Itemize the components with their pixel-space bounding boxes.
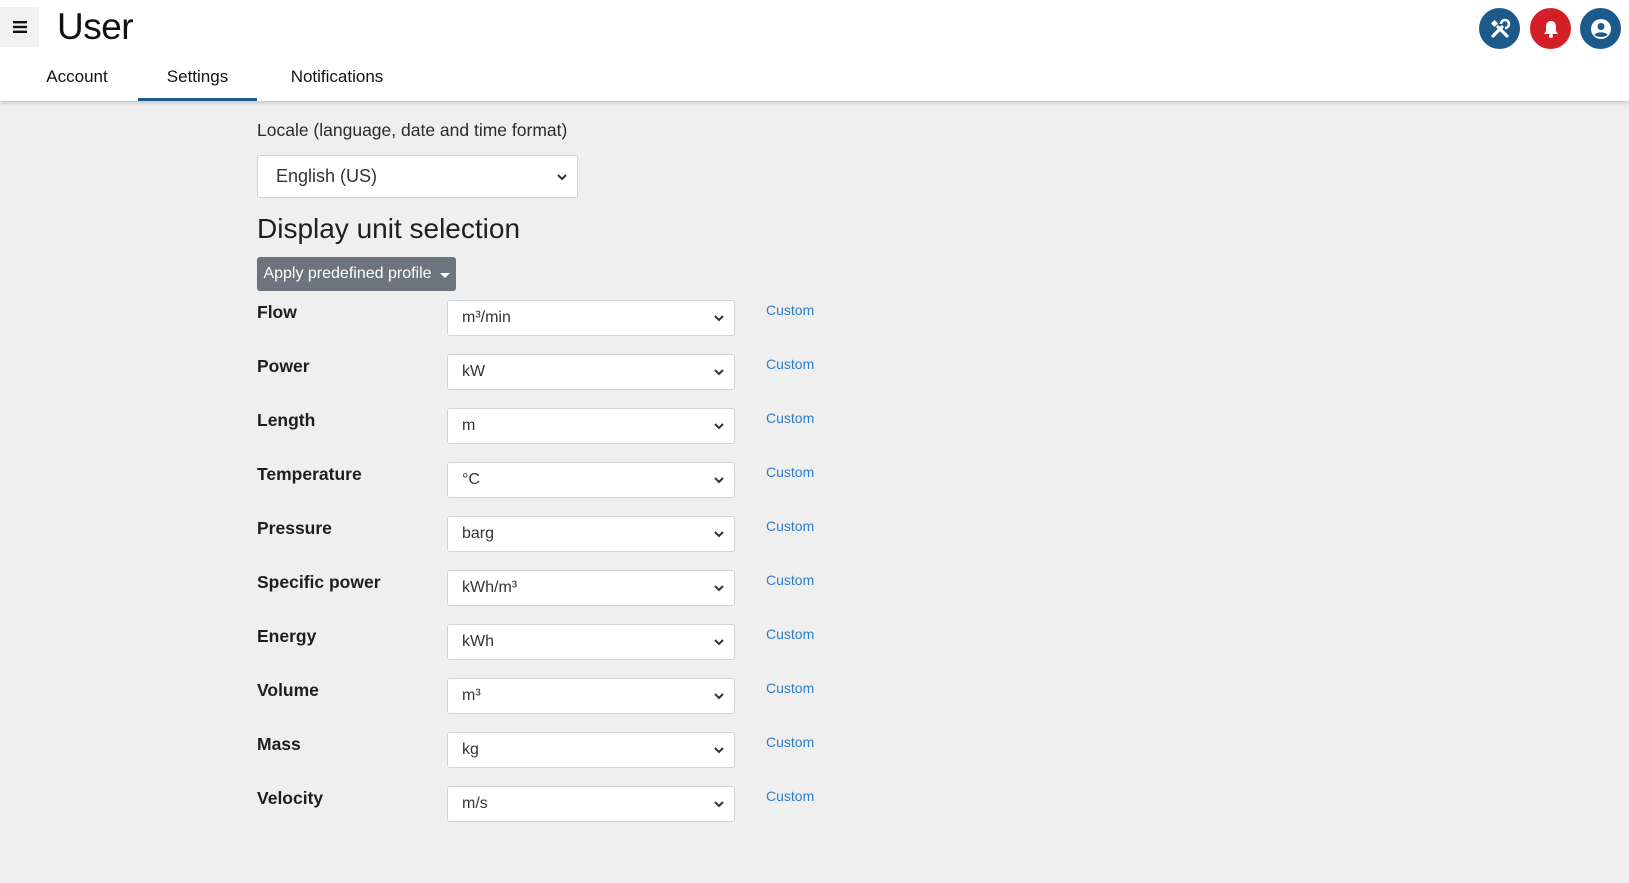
- tab-account[interactable]: Account: [20, 62, 134, 98]
- locale-select-value: English (US): [276, 166, 378, 186]
- unit-row-energy: Energy kWh Custom: [257, 624, 857, 660]
- page-title: User: [57, 6, 134, 47]
- unit-select-temperature[interactable]: °C: [447, 462, 735, 498]
- unit-label: Specific power: [257, 572, 381, 592]
- unit-select-value: m³/min: [462, 309, 511, 326]
- unit-select-value: m³: [462, 687, 481, 704]
- chevron-down-icon: [714, 639, 724, 646]
- unit-label: Power: [257, 356, 310, 376]
- header: User Account Settings Notifications: [0, 0, 1629, 101]
- unit-label: Volume: [257, 680, 319, 700]
- unit-row-flow: Flow m³/min Custom: [257, 300, 857, 336]
- chevron-down-icon: [714, 801, 724, 808]
- custom-link-specific-power[interactable]: Custom: [766, 572, 814, 588]
- apply-profile-label: Apply predefined profile: [263, 265, 432, 282]
- unit-select-energy[interactable]: kWh: [447, 624, 735, 660]
- unit-row-pressure: Pressure barg Custom: [257, 516, 857, 552]
- chevron-down-icon: [557, 173, 567, 180]
- unit-row-power: Power kW Custom: [257, 354, 857, 390]
- unit-select-value: barg: [462, 525, 495, 542]
- user-circle-icon: [1590, 18, 1611, 39]
- chevron-down-icon: [714, 369, 724, 376]
- custom-link-volume[interactable]: Custom: [766, 680, 814, 696]
- unit-select-specific-power[interactable]: kWh/m³: [447, 570, 735, 606]
- unit-label: Length: [257, 410, 316, 430]
- custom-link-length[interactable]: Custom: [766, 410, 814, 426]
- chevron-down-icon: [714, 315, 724, 322]
- unit-label: Pressure: [257, 518, 332, 538]
- unit-select-pressure[interactable]: barg: [447, 516, 735, 552]
- unit-select-value: kWh/m³: [462, 579, 518, 596]
- custom-link-mass[interactable]: Custom: [766, 734, 814, 750]
- custom-link-velocity[interactable]: Custom: [766, 788, 814, 804]
- unit-row-temperature: Temperature °C Custom: [257, 462, 857, 498]
- unit-label: Mass: [257, 734, 301, 754]
- caret-down-icon: [439, 272, 450, 278]
- custom-link-energy[interactable]: Custom: [766, 626, 814, 642]
- bell-icon: [1543, 20, 1558, 38]
- unit-row-velocity: Velocity m/s Custom: [257, 786, 857, 822]
- custom-link-flow[interactable]: Custom: [766, 302, 814, 318]
- unit-label: Temperature: [257, 464, 362, 484]
- custom-link-temperature[interactable]: Custom: [766, 464, 814, 480]
- unit-label: Flow: [257, 302, 297, 322]
- unit-select-value: kW: [462, 363, 486, 380]
- chevron-down-icon: [714, 531, 724, 538]
- chevron-down-icon: [714, 693, 724, 700]
- chevron-down-icon: [714, 477, 724, 484]
- unit-select-value: kWh: [462, 633, 494, 650]
- unit-select-velocity[interactable]: m/s: [447, 786, 735, 822]
- tab-settings[interactable]: Settings: [138, 62, 257, 101]
- unit-row-specific-power: Specific power kWh/m³ Custom: [257, 570, 857, 606]
- notifications-button[interactable]: [1530, 8, 1571, 49]
- unit-row-mass: Mass kg Custom: [257, 732, 857, 768]
- unit-select-value: kg: [462, 741, 479, 758]
- unit-select-volume[interactable]: m³: [447, 678, 735, 714]
- locale-select[interactable]: English (US): [257, 155, 578, 198]
- chevron-down-icon: [714, 423, 724, 430]
- tools-button[interactable]: [1479, 8, 1520, 49]
- chevron-down-icon: [714, 747, 724, 754]
- unit-select-value: m/s: [462, 795, 488, 812]
- tools-icon: [1490, 18, 1510, 38]
- unit-label: Velocity: [257, 788, 324, 808]
- unit-select-flow[interactable]: m³/min: [447, 300, 735, 336]
- hamburger-icon: [12, 21, 27, 33]
- section-title: Display unit selection: [257, 213, 521, 244]
- tab-notifications[interactable]: Notifications: [270, 62, 404, 98]
- custom-link-power[interactable]: Custom: [766, 356, 814, 372]
- unit-row-length: Length m Custom: [257, 408, 857, 444]
- locale-label: Locale (language, date and time format): [257, 120, 568, 140]
- unit-select-mass[interactable]: kg: [447, 732, 735, 768]
- unit-row-volume: Volume m³ Custom: [257, 678, 857, 714]
- unit-select-value: °C: [462, 471, 480, 488]
- chevron-down-icon: [714, 585, 724, 592]
- unit-label: Energy: [257, 626, 317, 646]
- unit-select-length[interactable]: m: [447, 408, 735, 444]
- custom-link-pressure[interactable]: Custom: [766, 518, 814, 534]
- apply-profile-button[interactable]: Apply predefined profile: [257, 257, 456, 291]
- unit-select-value: m: [462, 417, 476, 434]
- profile-button[interactable]: [1580, 8, 1621, 49]
- unit-select-power[interactable]: kW: [447, 354, 735, 390]
- menu-button[interactable]: [0, 7, 39, 47]
